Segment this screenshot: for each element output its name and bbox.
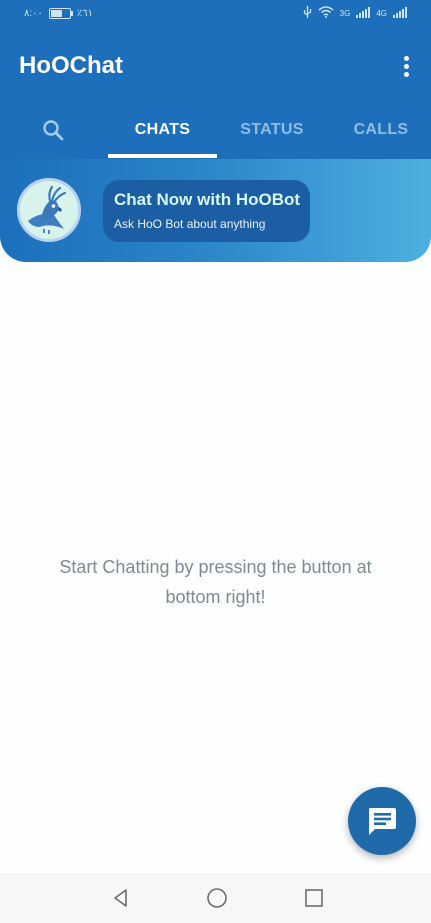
tab-bar: CHATS STATUS CALLS <box>0 100 431 159</box>
signal-icon-1 <box>356 7 371 18</box>
app-header: ٨:٠٠ ٪٦١ 3G 4G HoOChat CHATS STATUS CALL… <box>0 0 431 159</box>
hoobot-promo-banner[interactable]: Chat Now with HoOBot Ask HoO Bot about a… <box>0 159 431 262</box>
tab-calls[interactable]: CALLS <box>327 100 431 159</box>
signal-icon-2 <box>393 7 407 18</box>
recents-square-icon <box>305 889 323 907</box>
tab-status[interactable]: STATUS <box>217 100 327 159</box>
status-bar: ٨:٠٠ ٪٦١ 3G 4G <box>0 0 431 30</box>
tab-search[interactable] <box>30 100 76 159</box>
new-chat-button[interactable] <box>348 787 416 855</box>
promo-subtitle: Ask HoO Bot about anything <box>114 217 266 231</box>
home-circle-icon <box>207 888 227 908</box>
tab-chats[interactable]: CHATS <box>108 100 217 159</box>
nav-home-button[interactable] <box>203 885 231 911</box>
status-left: ٨:٠٠ ٪٦١ <box>24 8 93 19</box>
hoobot-avatar <box>17 178 81 242</box>
network-type-2: 4G <box>376 9 387 18</box>
empty-chats-message: Start Chatting by pressing the button at… <box>59 557 372 607</box>
status-right: 3G 4G <box>303 6 407 18</box>
system-nav-bar <box>0 873 431 923</box>
search-icon <box>43 119 64 140</box>
wifi-icon <box>318 6 334 18</box>
nav-back-button[interactable] <box>107 885 135 911</box>
more-options-button[interactable] <box>396 52 416 80</box>
battery-icon <box>48 8 73 19</box>
nav-recents-button[interactable] <box>300 885 328 911</box>
more-vert-icon <box>403 55 409 61</box>
network-type-1: 3G <box>339 9 351 18</box>
battery-percent: ٪٦١ <box>76 8 94 19</box>
promo-title: Chat Now with HoOBot <box>114 190 301 209</box>
app-title: HoOChat <box>19 52 123 79</box>
tab-indicator <box>108 154 217 158</box>
status-time: ٨:٠٠ <box>24 8 43 19</box>
chat-bubble-icon <box>369 808 396 835</box>
cockatoo-logo-icon <box>20 181 78 239</box>
usb-icon <box>303 6 311 18</box>
back-triangle-icon <box>114 889 127 907</box>
hoobot-chat-card[interactable]: Chat Now with HoOBot Ask HoO Bot about a… <box>103 180 310 242</box>
